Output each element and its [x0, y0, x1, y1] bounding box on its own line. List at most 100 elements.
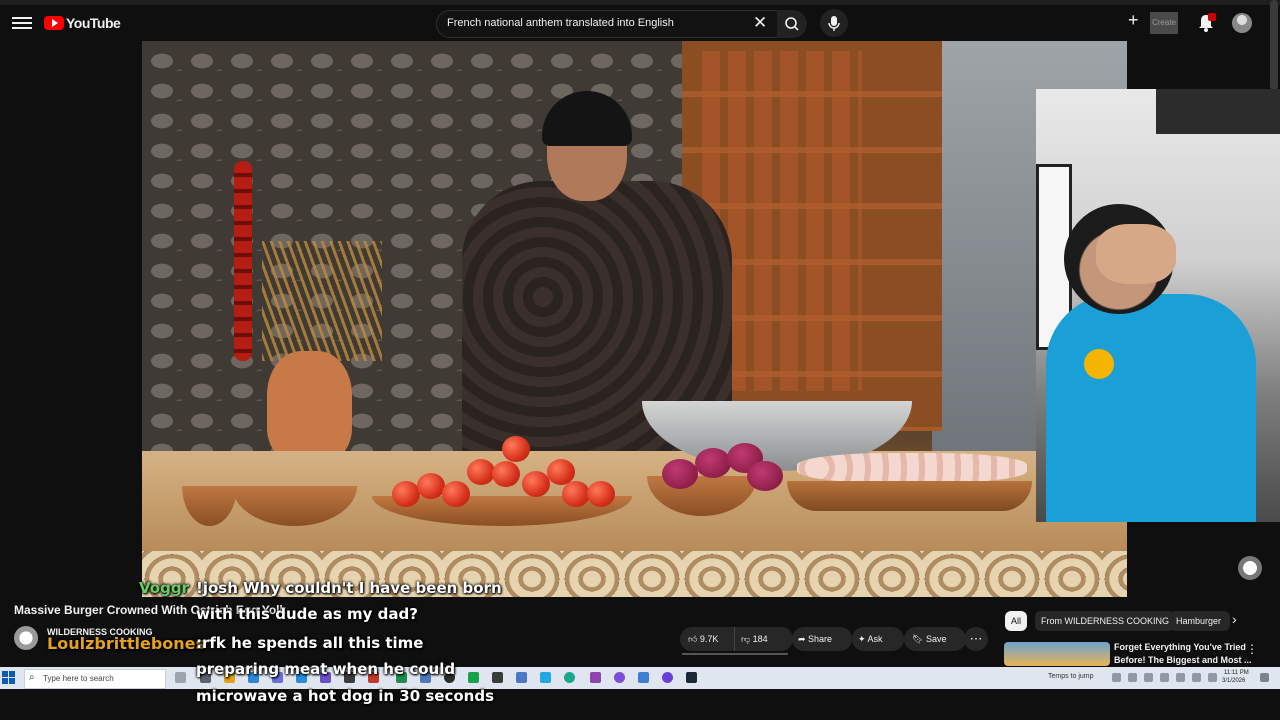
raw-chicken [797, 453, 1027, 483]
tray-icon[interactable] [1144, 673, 1153, 682]
dislike-count: 184 [752, 634, 768, 644]
taskbar-app-icon[interactable] [468, 672, 479, 683]
dried-wheat [262, 241, 382, 361]
youtube-logo[interactable]: YouTube [44, 15, 121, 31]
taskbar-search-input[interactable]: ⌕ Type here to search [24, 669, 166, 689]
chevron-right-icon[interactable]: › [1232, 611, 1237, 627]
share-button[interactable]: ➦ Share [792, 627, 852, 651]
tray-icon[interactable] [1128, 673, 1137, 682]
windows-start-icon[interactable] [2, 671, 16, 685]
clock-date[interactable]: 3/1/2026 [1222, 678, 1245, 684]
hanging-chilis [234, 161, 252, 361]
search-button[interactable] [777, 10, 807, 38]
webcam-overlay [1036, 89, 1280, 522]
taskbar-app-icon[interactable] [516, 672, 527, 683]
clock-time[interactable]: 11:11 PM [1224, 670, 1249, 676]
account-avatar[interactable] [1232, 13, 1252, 33]
clay-vase [267, 351, 352, 461]
tray-icon[interactable] [1192, 673, 1201, 682]
youtube-play-icon [44, 16, 64, 30]
notification-badge [1208, 13, 1216, 21]
bookmark-icon: 🔖︎ [912, 634, 926, 644]
red-onion [695, 448, 731, 478]
streamer-hand [1096, 224, 1176, 284]
taskbar-app-icon[interactable] [540, 672, 551, 683]
tray-weather[interactable]: Temps to jump [1048, 673, 1094, 680]
volume-icon[interactable] [1176, 673, 1185, 682]
chip-hamburger[interactable]: Hamburger [1170, 611, 1230, 631]
thumbs-up-icon: 👍︎ [688, 634, 700, 644]
like-count: 9.7K [699, 634, 719, 644]
windows-taskbar: ⌕ Type here to search Temps to jump 11:1… [0, 667, 1280, 689]
network-icon[interactable] [1160, 673, 1169, 682]
logo-text: YouTube [66, 15, 121, 31]
window-strip [0, 0, 1280, 5]
tomato [522, 471, 550, 497]
voice-search-button[interactable] [820, 9, 848, 37]
shirt-print [1084, 349, 1114, 379]
taskbar-app-icon[interactable] [638, 672, 649, 683]
webcam-shelf [1156, 89, 1280, 134]
channel-avatar[interactable] [14, 626, 38, 650]
channel-watermark[interactable] [1238, 556, 1262, 580]
tray-icon[interactable] [1112, 673, 1121, 682]
dislike-button[interactable]: 👎︎ 184 [734, 627, 793, 651]
recommended-thumbnail[interactable] [1004, 642, 1110, 666]
recommended-title-line2[interactable]: Before! The Biggest and Most ... [1114, 655, 1252, 665]
taskbar-search-placeholder: Type here to search [43, 674, 114, 683]
tomato [587, 481, 615, 507]
ask-label: Ask [867, 634, 883, 644]
taskbar-app-icon[interactable] [614, 672, 625, 683]
search-input[interactable]: French national anthem translated into E… [436, 10, 778, 38]
search-icon [785, 17, 799, 31]
more-actions-button[interactable]: ⋯ [964, 627, 988, 651]
recommended-title-line1[interactable]: Forget Everything You've Tried [1114, 642, 1246, 652]
taskbar-app-icon[interactable] [590, 672, 601, 683]
steam-icon[interactable] [686, 672, 697, 683]
streamer-shirt [1046, 294, 1256, 522]
save-label: Save [925, 634, 947, 644]
obs-icon[interactable] [662, 672, 673, 683]
chip-all[interactable]: All [1005, 611, 1028, 631]
share-icon: ➦ [798, 634, 809, 644]
tomato [417, 473, 445, 499]
tomato [392, 481, 420, 507]
cook-beanie [542, 91, 632, 146]
like-ratio-bar [682, 653, 788, 655]
more-icon: ⋯ [969, 631, 983, 646]
close-icon[interactable]: ✕ [753, 13, 767, 33]
red-onion [662, 459, 698, 489]
video-player[interactable] [142, 41, 1127, 597]
thumbs-down-icon: 👎︎ [741, 634, 753, 644]
page-scrollbar[interactable] [1270, 0, 1278, 90]
create-label: Create [1150, 12, 1178, 34]
red-onion [747, 461, 783, 491]
tomato [562, 481, 590, 507]
notification-center-icon[interactable] [1260, 673, 1269, 682]
chat-message: :rfk he spends all this time [196, 634, 424, 652]
tomato [492, 461, 520, 487]
taskbar-app-icon[interactable] [492, 672, 503, 683]
chat-message: preparing meat when he could [196, 660, 456, 678]
chat-message: !josh Why couldn't I have been born [196, 579, 502, 597]
ask-button[interactable]: ✦ Ask [852, 627, 904, 651]
bottom-letterbox [0, 689, 1280, 720]
chat-message: with this dude as my dad? [196, 605, 418, 623]
tomato [442, 481, 470, 507]
menu-icon[interactable] [12, 14, 32, 32]
tray-icon[interactable] [1208, 673, 1217, 682]
tomato [467, 459, 495, 485]
chat-message: microwave a hot dog in 30 seconds [196, 687, 495, 705]
plus-icon: + [1128, 10, 1139, 30]
chicken-tray [787, 481, 1032, 511]
tomato [502, 436, 530, 462]
vertical-dots-icon[interactable]: ⋮ [1246, 642, 1258, 656]
chrome-icon[interactable] [564, 672, 575, 683]
task-view-icon[interactable] [175, 672, 186, 683]
chip-from-channel[interactable]: From WILDERNESS COOKING [1035, 611, 1176, 631]
microphone-icon [828, 16, 840, 31]
sparkle-icon: ✦ [858, 634, 868, 644]
save-button[interactable]: 🔖︎ Save [904, 627, 966, 651]
create-button[interactable]: + Create [1128, 10, 1182, 36]
share-label: Share [808, 634, 833, 644]
